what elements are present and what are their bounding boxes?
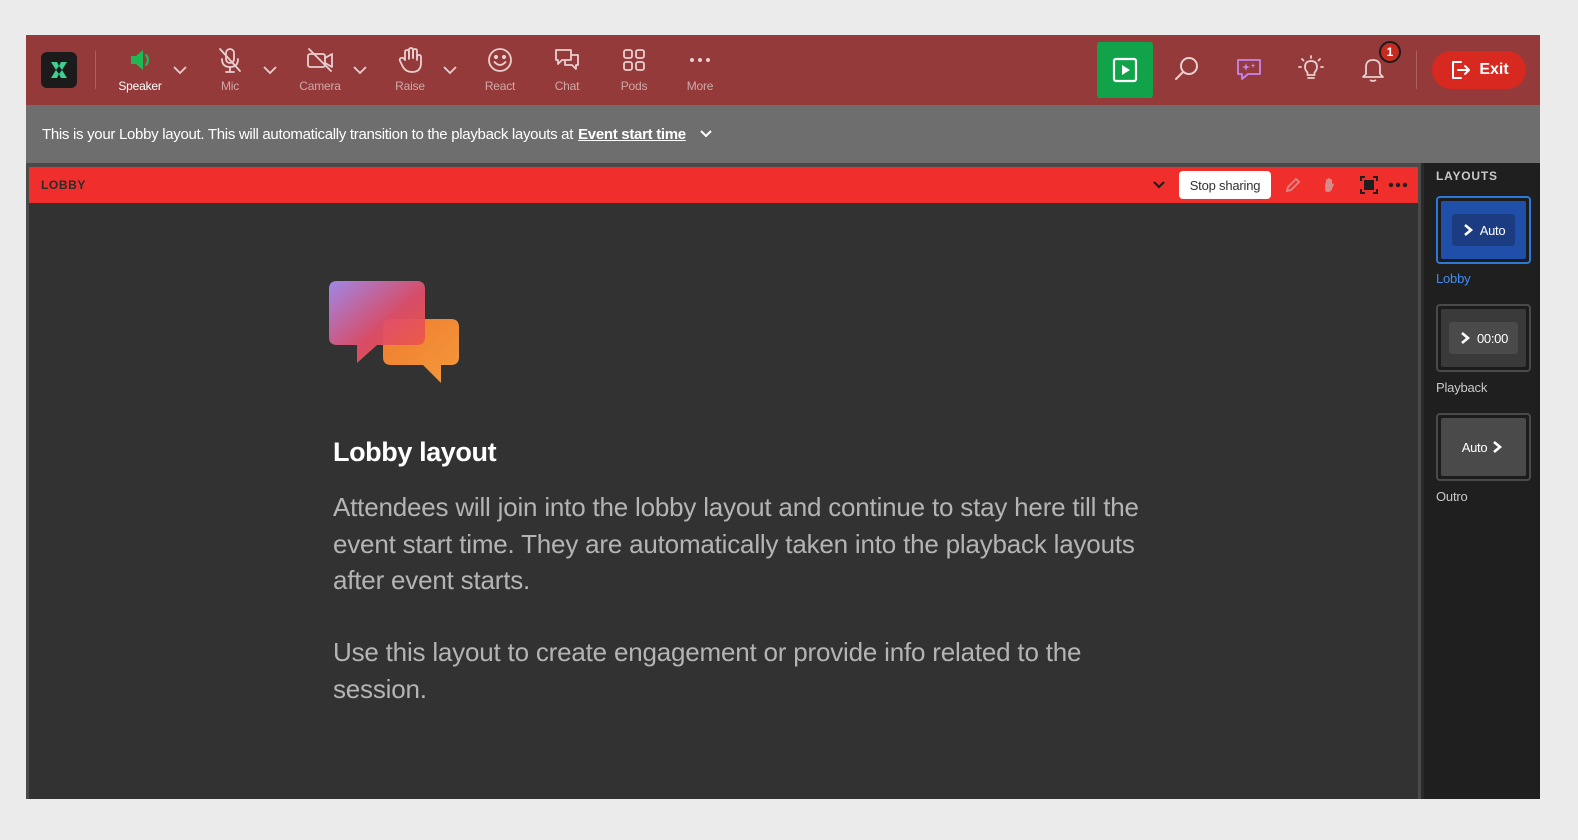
react-button[interactable]: React [465, 45, 535, 101]
camera-label: Camera [299, 79, 341, 93]
chevron-right-icon [1463, 224, 1473, 236]
sparkle-chat-icon [1237, 59, 1261, 80]
ai-assistant-button[interactable] [1232, 52, 1266, 86]
chat-label: Chat [554, 79, 580, 93]
speaker-button[interactable]: Speaker [105, 45, 175, 101]
lobby-heading: Lobby layout [333, 437, 497, 467]
layout-label-playback[interactable]: Playback [1436, 380, 1487, 395]
lobby-content: Lobby layout Attendees will join into th… [29, 203, 1418, 799]
pods-label: Pods [620, 79, 648, 93]
grid-icon [623, 49, 645, 71]
toolbar-divider [95, 51, 96, 89]
raise-options-chevron-down-icon[interactable] [441, 61, 459, 79]
search-button[interactable] [1170, 52, 1204, 86]
tips-button[interactable] [1294, 52, 1328, 86]
speaker-icon [131, 50, 150, 70]
lobby-auto-pill: Auto [1451, 214, 1516, 246]
more-options-icon[interactable] [1388, 175, 1408, 195]
layout-label-lobby[interactable]: Lobby [1436, 271, 1471, 286]
more-dots-icon [690, 58, 710, 62]
raise-label: Raise [395, 79, 425, 93]
lobby-badge: Auto [1479, 222, 1506, 238]
mic-options-chevron-down-icon[interactable] [261, 61, 279, 79]
speaker-options-chevron-down-icon[interactable] [171, 61, 189, 79]
chevron-right-icon [1461, 332, 1470, 344]
mic-button[interactable]: Mic [195, 45, 265, 101]
exit-icon [1452, 61, 1471, 79]
top-toolbar: Speaker Mic Camera Raise React Chat Pods… [26, 35, 1540, 105]
chevron-right-icon [1493, 441, 1503, 453]
search-icon [1175, 57, 1198, 80]
more-button[interactable]: More [665, 45, 735, 101]
raise-hand-button[interactable]: Raise [375, 45, 445, 101]
chat-bubbles-logo-icon [329, 281, 459, 383]
layout-label-outro[interactable]: Outro [1436, 489, 1468, 504]
mic-off-icon [219, 48, 241, 73]
layout-thumb-playback[interactable]: 00:00 [1436, 304, 1531, 372]
notification-count-badge: 1 [1379, 41, 1401, 63]
react-label: React [484, 79, 516, 93]
stage-options-chevron-down-icon[interactable] [1150, 176, 1168, 194]
stop-sharing-button[interactable]: Stop sharing [1179, 171, 1271, 199]
smiley-icon [488, 48, 512, 72]
outro-badge: Auto [1461, 439, 1488, 455]
info-message: This is your Lobby layout. This will aut… [42, 125, 574, 143]
hand-tool-icon[interactable] [1319, 175, 1339, 195]
playback-timer-pill: 00:00 [1448, 322, 1519, 354]
start-playback-button[interactable] [1097, 42, 1153, 98]
layout-thumb-outro-preview: Auto [1441, 418, 1526, 476]
pencil-icon[interactable] [1283, 175, 1303, 195]
stage-header: LOBBY Stop sharing [29, 167, 1418, 203]
toolbar-divider [1416, 51, 1417, 89]
playback-badge: 00:00 [1476, 330, 1509, 346]
speaker-label: Speaker [118, 79, 162, 93]
event-start-time-link[interactable]: Event start time [578, 126, 686, 143]
play-icon [1112, 57, 1138, 83]
camera-button[interactable]: Camera [285, 45, 355, 101]
layouts-title: LAYOUTS [1436, 169, 1498, 183]
more-label: More [686, 79, 714, 93]
chat-icon [555, 49, 579, 70]
fullscreen-icon[interactable] [1359, 175, 1379, 195]
exit-label: Exit [1479, 61, 1509, 78]
stage-title: LOBBY [41, 178, 86, 192]
lobby-description: Attendees will join into the lobby layou… [333, 492, 1139, 595]
layout-thumb-lobby-preview: Auto [1441, 201, 1526, 259]
layout-thumb-playback-preview: 00:00 [1441, 309, 1526, 367]
lobby-info-bar: This is your Lobby layout. This will aut… [26, 105, 1540, 163]
chevron-down-icon[interactable] [698, 126, 714, 142]
app-logo-icon [41, 52, 77, 88]
layout-thumb-outro[interactable]: Auto [1436, 413, 1531, 481]
pods-button[interactable]: Pods [599, 45, 669, 101]
app-window: Speaker Mic Camera Raise React Chat Pods… [26, 35, 1540, 799]
camera-off-icon [307, 48, 333, 72]
mic-label: Mic [220, 79, 240, 93]
stage-area: LOBBY Stop sharing Lobby layout Attendee… [26, 163, 1421, 799]
lightbulb-icon [1298, 55, 1324, 79]
hand-icon [398, 47, 422, 73]
lobby-usage-hint: Use this layout to create engagement or … [333, 637, 1082, 704]
layouts-panel: LAYOUTS Auto Lobby 00:00 Playback Auto O… [1424, 163, 1540, 799]
outro-auto-pill: Auto [1452, 431, 1516, 463]
chat-button[interactable]: Chat [532, 45, 602, 101]
exit-button[interactable]: Exit [1432, 51, 1526, 89]
camera-options-chevron-down-icon[interactable] [351, 61, 369, 79]
layout-thumb-lobby[interactable]: Auto [1436, 196, 1531, 264]
